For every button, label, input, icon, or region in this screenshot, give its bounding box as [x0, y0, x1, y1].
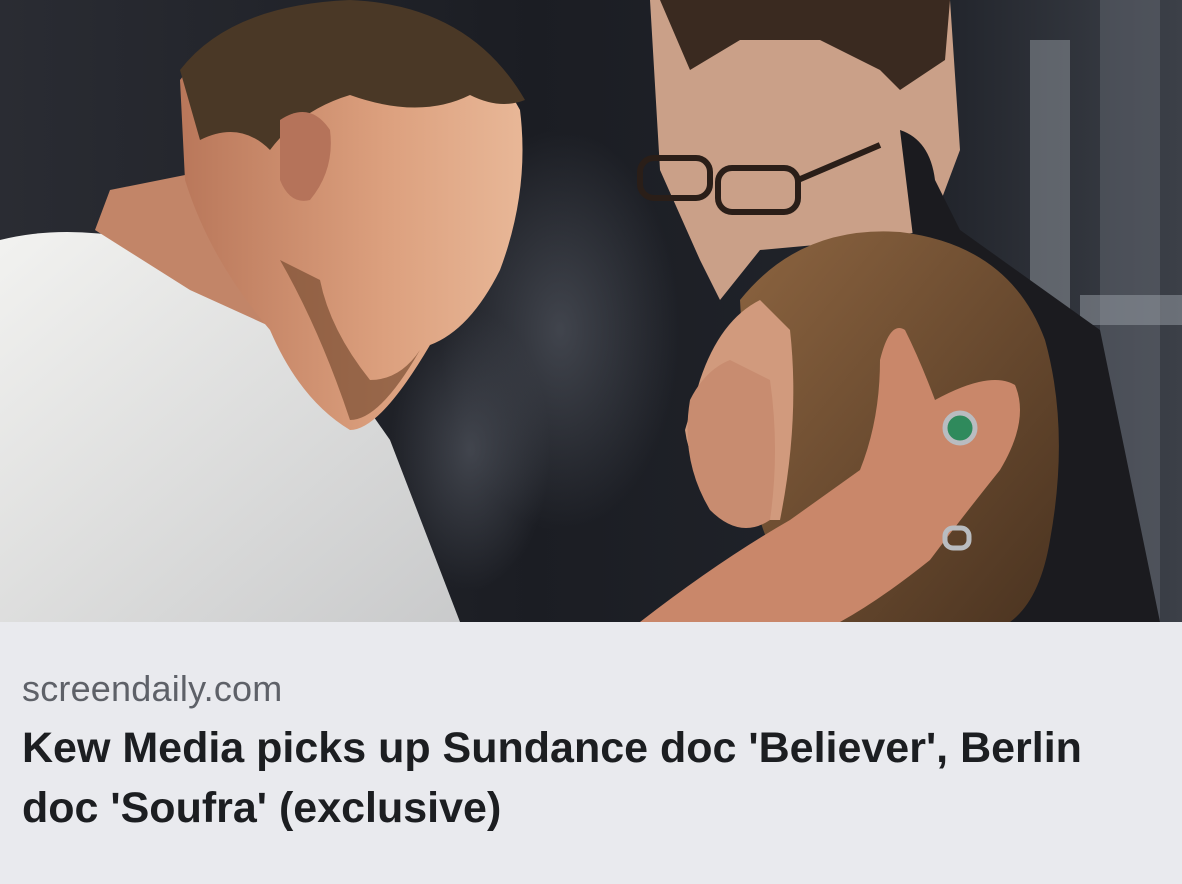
article-headline[interactable]: Kew Media picks up Sundance doc 'Believe…	[22, 718, 1152, 838]
link-preview-text[interactable]: screendaily.com Kew Media picks up Sunda…	[22, 622, 1162, 884]
ring-icon	[942, 410, 978, 446]
article-thumbnail-image[interactable]	[0, 0, 1182, 622]
link-preview-card[interactable]: screendaily.com Kew Media picks up Sunda…	[0, 0, 1182, 884]
source-domain: screendaily.com	[22, 668, 283, 709]
photo-illustration	[0, 0, 1182, 622]
